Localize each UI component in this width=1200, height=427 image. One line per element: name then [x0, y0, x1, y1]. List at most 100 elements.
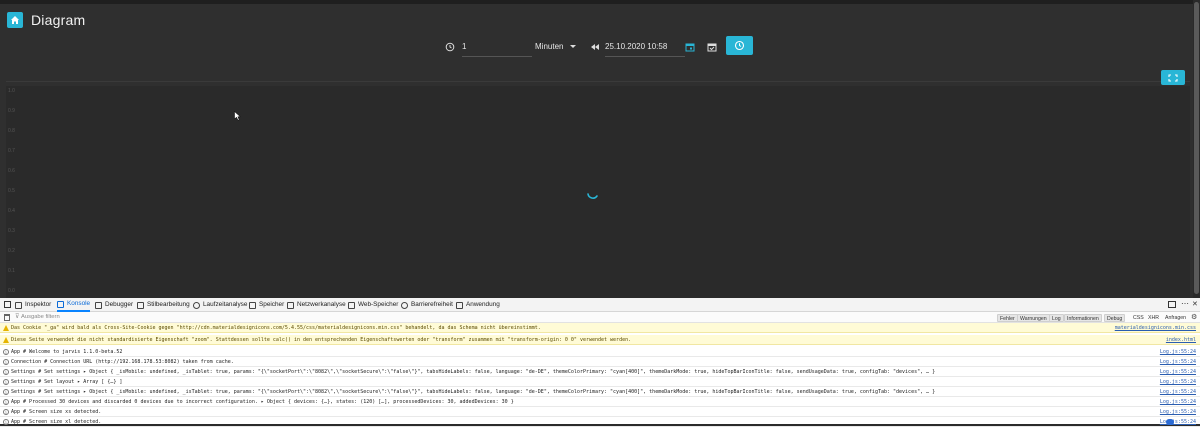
tab-barrierefreiheit[interactable]: Barrierefreiheit	[401, 298, 453, 312]
console-message: App # Processed 30 devices and discarded…	[11, 399, 514, 405]
console-message: App # Screen size xs detected.	[11, 409, 102, 415]
console-log-row[interactable]: i App # Screen size xs detected. Log.js:55…	[0, 407, 1200, 417]
y-tick-label: 0.1	[8, 268, 15, 274]
y-tick-label: 0.0	[8, 288, 15, 294]
tab-label: Inspektor	[25, 301, 52, 308]
info-icon: i	[3, 349, 9, 355]
tab-inspektor[interactable]: Inspektor	[15, 298, 51, 312]
console-warning-row[interactable]: Das Cookie "_ga" wird bald als Cross-Sit…	[0, 323, 1200, 333]
console-message: Settings # Set layout ▸ Array [ {…} ]	[11, 379, 123, 385]
warning-icon	[3, 325, 9, 331]
console-log-row[interactable]: i Settings # Set layout ▸ Array [ {…} ] Lo…	[0, 377, 1200, 387]
tab-stilbearbeitung[interactable]: Stilbearbeitung	[137, 298, 190, 312]
console-source-link[interactable]: Log.js:55:24	[1160, 357, 1196, 366]
console-source-link[interactable]: Log.js:55:24	[1160, 347, 1196, 356]
info-icon: i	[3, 419, 9, 425]
filter-input[interactable]: Ausgabe filtern	[21, 312, 60, 323]
unit-select[interactable]: Minuten	[535, 37, 563, 57]
fullscreen-icon	[1168, 73, 1178, 82]
range-value-input[interactable]: 1	[462, 37, 532, 57]
filter-css[interactable]: CSS	[1131, 314, 1146, 322]
calendar-check-icon[interactable]	[705, 40, 719, 54]
console-log-row[interactable]: i Connection # Connection URL (http://192…	[0, 357, 1200, 367]
console-source-link[interactable]: Log.js:55:24	[1160, 387, 1196, 396]
timer-refresh-icon	[734, 40, 745, 51]
tab-label: Laufzeitanalyse	[203, 301, 248, 308]
tab-debugger[interactable]: Debugger	[95, 298, 133, 312]
info-icon: i	[3, 399, 9, 405]
tab-label: Web-Speicher	[358, 301, 399, 308]
filter-informationen[interactable]: Informationen	[1064, 314, 1102, 322]
chevron-down-icon[interactable]	[566, 40, 580, 54]
trash-icon[interactable]	[4, 314, 10, 321]
console-message: App # Welcome to jarvis 1.1.0-beta.52	[11, 349, 123, 355]
filter-icon: ⊽	[15, 314, 20, 320]
filter-anfragen[interactable]: Anfragen	[1163, 314, 1188, 322]
refresh-button[interactable]	[726, 36, 753, 55]
tab-netzwerkanalyse[interactable]: Netzwerkanalyse	[287, 298, 346, 312]
tab-label: Speicher	[259, 301, 285, 308]
devtools-panel: Inspektor Konsole Debugger Stilbearbeitu…	[0, 298, 1200, 427]
element-picker-icon[interactable]	[4, 301, 11, 308]
tab-konsole[interactable]: Konsole	[57, 298, 91, 312]
console-source-link[interactable]: materialdesignicons.min.css	[1115, 323, 1196, 332]
tab-anwendung[interactable]: Anwendung	[456, 298, 500, 312]
application-icon	[456, 301, 463, 309]
more-options-icon[interactable]: ⋯	[1181, 298, 1189, 310]
filter-log[interactable]: Log	[1049, 314, 1064, 322]
devtools-tabbar: Inspektor Konsole Debugger Stilbearbeitu…	[0, 298, 1200, 312]
tab-label: Stilbearbeitung	[147, 301, 190, 308]
home-button[interactable]	[7, 12, 23, 28]
performance-icon	[193, 301, 200, 309]
page-scrollbar[interactable]	[1193, 0, 1200, 298]
console-message: Settings # Set settings ▸ Object { _isMo…	[11, 369, 936, 375]
tab-laufzeitanalyse[interactable]: Laufzeitanalyse	[193, 298, 247, 312]
console-source-link[interactable]: index.html	[1166, 335, 1196, 344]
settings-gear-icon[interactable]: ⚙	[1191, 312, 1197, 323]
tab-label: Anwendung	[466, 301, 500, 308]
home-icon	[11, 16, 19, 24]
scrollbar-thumb[interactable]	[1194, 2, 1199, 294]
console-log-row[interactable]: i Settings # Set settings ▸ Object { _isM…	[0, 367, 1200, 377]
console-log-row[interactable]: i Settings # Set settings ▸ Object { _isM…	[0, 387, 1200, 397]
filter-xhr[interactable]: XHR	[1146, 314, 1161, 322]
console-log-row[interactable]: i App # Screen size xl detected. Log.js:55…	[0, 417, 1200, 427]
calendar-icon[interactable]	[683, 40, 697, 54]
tab-label: Netzwerkanalyse	[297, 301, 346, 308]
storage-icon	[348, 301, 355, 309]
console-message: Settings # Set settings ▸ Object { _isMo…	[11, 389, 936, 395]
tab-web-speicher[interactable]: Web-Speicher	[348, 298, 398, 312]
console-icon	[57, 300, 64, 308]
console-log-row[interactable]: i App # Processed 30 devices and discarde…	[0, 397, 1200, 407]
console-source-link[interactable]: Log.js:55:24	[1160, 407, 1196, 416]
info-icon: i	[3, 379, 9, 385]
y-tick-label: 0.8	[8, 128, 15, 134]
console-source-link[interactable]: Log.js:55:24	[1160, 377, 1196, 386]
datetime-input[interactable]: 25.10.2020 10:58	[605, 37, 685, 57]
console-log-row[interactable]: i App # Welcome to jarvis 1.1.0-beta.52 Lo…	[0, 347, 1200, 357]
loading-spinner-icon	[587, 193, 598, 199]
dock-icon[interactable]	[1168, 301, 1176, 308]
console-message: Diese Seite verwendet die nicht standard…	[11, 337, 632, 343]
debugger-icon	[95, 301, 102, 309]
y-tick-label: 1.0	[8, 88, 15, 94]
console-message: Das Cookie "_ga" wird bald als Cross-Sit…	[11, 325, 541, 331]
rewind-icon[interactable]	[588, 40, 602, 54]
y-tick-label: 0.4	[8, 208, 15, 214]
filter-fehler[interactable]: Fehler	[997, 314, 1018, 322]
fullscreen-button[interactable]	[1161, 70, 1185, 85]
close-icon[interactable]: ✕	[1192, 298, 1198, 311]
filter-warnungen[interactable]: Warnungen	[1017, 314, 1050, 322]
info-icon: i	[3, 369, 9, 375]
y-tick-label: 0.7	[8, 148, 15, 154]
console-warning-row[interactable]: Diese Seite verwendet die nicht standard…	[0, 335, 1200, 345]
repeat-count-badge	[1166, 419, 1174, 425]
filter-debug[interactable]: Debug	[1104, 314, 1126, 322]
tab-speicher[interactable]: Speicher	[249, 298, 284, 312]
console-source-link[interactable]: Log.js:55:24	[1160, 367, 1196, 376]
console-source-link[interactable]: Log.js:55:24	[1160, 397, 1196, 406]
tab-label: Debugger	[105, 301, 134, 308]
console-filter-bar: ⊽ Ausgabe filtern Fehler Warnungen Log I…	[0, 312, 1200, 323]
console-message: Connection # Connection URL (http://192.…	[11, 359, 234, 365]
history-icon[interactable]	[443, 40, 457, 54]
